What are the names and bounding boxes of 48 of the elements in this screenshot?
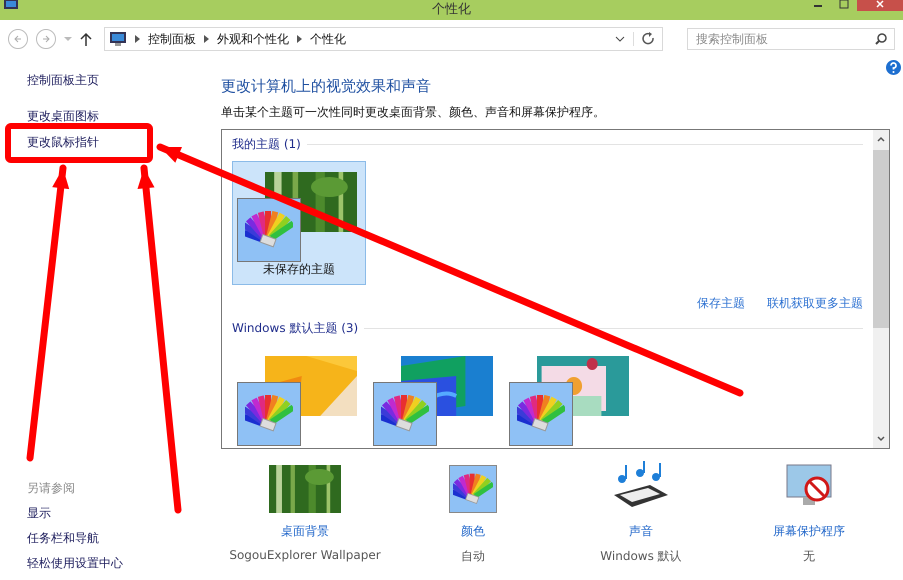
sidebar-link[interactable]: 更改桌面图标 bbox=[27, 108, 221, 134]
search-field[interactable]: 搜索控制面板 bbox=[687, 28, 895, 50]
scroll-thumb[interactable] bbox=[873, 150, 889, 328]
breadcrumb[interactable]: 外观和个性化 bbox=[217, 30, 289, 48]
setting-value: SogouExplorer Wallpaper bbox=[229, 548, 381, 562]
scroll-up-icon[interactable] bbox=[876, 134, 886, 144]
scroll-down-icon[interactable] bbox=[876, 434, 886, 444]
control-panel-icon bbox=[4, 0, 18, 10]
back-arrow-icon bbox=[13, 34, 23, 44]
search-icon[interactable] bbox=[875, 33, 887, 45]
up-arrow-icon[interactable] bbox=[80, 32, 92, 46]
group-heading: Windows 默认主题 (3) bbox=[232, 320, 358, 337]
breadcrumb[interactable]: 个性化 bbox=[310, 30, 346, 48]
setting-value: Windows 默认 bbox=[600, 548, 682, 565]
sidebar-link[interactable]: 显示 bbox=[27, 505, 221, 530]
address-bar[interactable]: 控制面板 外观和个性化 个性化 bbox=[104, 27, 663, 51]
chevron-icon bbox=[297, 35, 302, 43]
sidebar-link[interactable]: 轻松使用设置中心 bbox=[27, 555, 221, 580]
theme-name: 未保存的主题 bbox=[263, 261, 335, 278]
page-heading: 更改计算机上的视觉效果和声音 bbox=[221, 77, 432, 96]
theme-tile[interactable]: 未保存的主题 bbox=[232, 161, 366, 285]
window-title: 个性化 bbox=[432, 2, 471, 18]
section-heading: 另请参阅 bbox=[27, 480, 76, 497]
setting-link[interactable]: 桌面背景 bbox=[281, 523, 329, 540]
breadcrumb[interactable]: 控制面板 bbox=[148, 30, 196, 48]
chevron-icon bbox=[204, 35, 209, 43]
dropdown-icon[interactable] bbox=[615, 36, 625, 42]
sidebar-link[interactable]: 更改鼠标指针 bbox=[27, 134, 221, 160]
theme-link[interactable]: 联机获取更多主题 bbox=[767, 295, 863, 312]
maximize-icon bbox=[839, 0, 849, 9]
description: 单击某个主题可一次性同时更改桌面背景、颜色、声音和屏幕保护程序。 bbox=[221, 104, 606, 121]
setting-link[interactable]: 颜色 bbox=[461, 523, 485, 540]
control-panel-icon bbox=[109, 31, 127, 47]
help-icon[interactable] bbox=[886, 60, 901, 75]
chevron-icon bbox=[135, 35, 140, 43]
theme-link[interactable]: 保存主题 bbox=[697, 295, 745, 312]
setting-value: 自动 bbox=[461, 548, 485, 565]
group-heading: 我的主题 (1) bbox=[232, 136, 301, 153]
close-icon bbox=[876, 0, 884, 8]
sidebar-link[interactable]: 任务栏和导航 bbox=[27, 530, 221, 555]
setting-link[interactable]: 声音 bbox=[629, 523, 653, 540]
close-button[interactable] bbox=[857, 0, 903, 11]
sidebar-link[interactable]: 控制面板主页 bbox=[27, 72, 221, 108]
scrollbar[interactable] bbox=[873, 130, 889, 448]
setting-value: 无 bbox=[803, 548, 815, 565]
forward-arrow-icon bbox=[41, 34, 51, 44]
color-fan-icon bbox=[453, 472, 493, 506]
setting-link[interactable]: 屏幕保护程序 bbox=[773, 523, 845, 540]
